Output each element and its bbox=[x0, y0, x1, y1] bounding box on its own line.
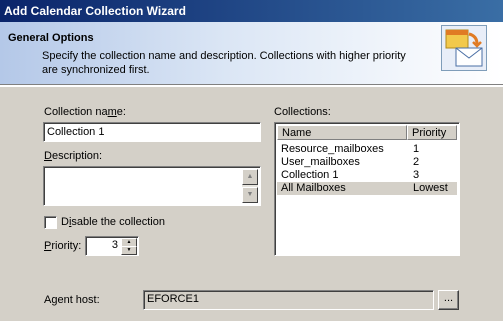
priority-down-icon[interactable]: ▼ bbox=[121, 246, 137, 255]
list-item[interactable]: Resource_mailboxes 1 bbox=[277, 143, 457, 156]
scroll-down-icon[interactable]: ▼ bbox=[242, 187, 258, 203]
disable-collection-checkbox[interactable] bbox=[44, 216, 57, 229]
window-title: Add Calendar Collection Wizard bbox=[4, 4, 186, 18]
collections-label: Collections: bbox=[274, 106, 331, 118]
header-description: Specify the collection name and descript… bbox=[42, 50, 406, 76]
description-textarea[interactable]: ▲ ▼ bbox=[43, 166, 261, 206]
disable-collection-label[interactable]: Disable the collection bbox=[61, 216, 165, 228]
header-title: General Options bbox=[8, 32, 94, 44]
column-header-name[interactable]: Name bbox=[277, 125, 407, 140]
description-label: Description: bbox=[44, 150, 103, 162]
priority-value: 3 bbox=[111, 239, 118, 251]
calendar-mail-icon bbox=[441, 25, 487, 71]
agent-host-value: EFORCE1 bbox=[147, 293, 199, 305]
list-item-selected[interactable]: All Mailboxes Lowest bbox=[277, 182, 457, 195]
priority-label: Priority: bbox=[44, 240, 82, 252]
wizard-header: General Options Specify the collection n… bbox=[0, 22, 503, 85]
list-item[interactable]: Collection 1 3 bbox=[277, 169, 457, 182]
collections-list[interactable]: Name Priority Resource_mailboxes 1 User_… bbox=[274, 122, 460, 256]
list-item[interactable]: User_mailboxes 2 bbox=[277, 156, 457, 169]
browse-button[interactable]: ... bbox=[438, 290, 459, 310]
column-header-priority[interactable]: Priority bbox=[407, 125, 457, 140]
agent-host-field: EFORCE1 bbox=[143, 290, 434, 310]
description-scrollbar[interactable]: ▲ ▼ bbox=[242, 169, 258, 203]
collection-name-input[interactable] bbox=[43, 122, 261, 142]
priority-stepper[interactable]: 3 ▲ ▼ bbox=[85, 236, 139, 256]
collection-name-label: Collection name: bbox=[44, 106, 126, 118]
window-title-bar[interactable]: Add Calendar Collection Wizard bbox=[0, 0, 503, 22]
header-divider bbox=[0, 85, 503, 87]
scroll-up-icon[interactable]: ▲ bbox=[242, 169, 258, 185]
agent-host-label: Agent host: bbox=[44, 294, 100, 306]
